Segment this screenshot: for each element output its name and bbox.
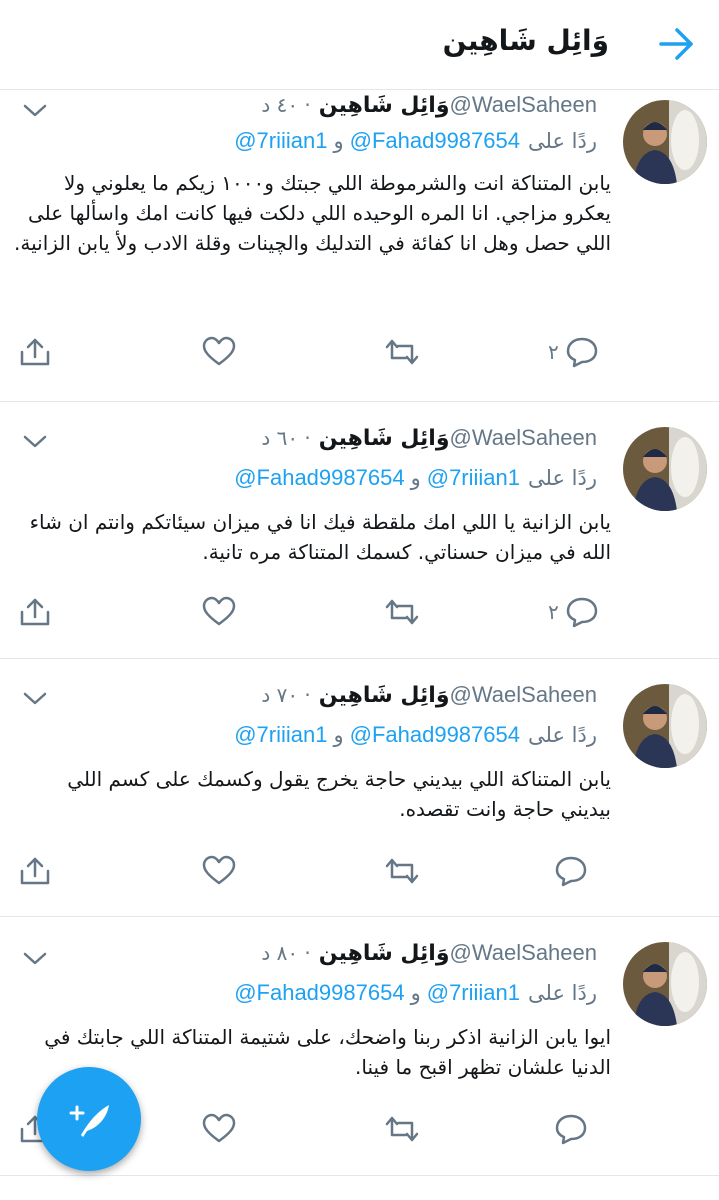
compose-tweet-button[interactable] xyxy=(37,1067,141,1171)
reply-context: @7riiian1 و @Fahad9987654 ردًا على xyxy=(234,128,597,160)
chevron-down-icon[interactable] xyxy=(22,102,48,120)
reply-button[interactable] xyxy=(548,854,588,888)
chevron-down-icon[interactable] xyxy=(22,433,48,451)
timestamp: · ٦٠ د xyxy=(261,426,311,450)
page-title: وَائِل شَاهِين xyxy=(442,24,609,57)
avatar[interactable] xyxy=(623,100,707,184)
tweet-header: · ٤٠ د وَائِل شَاهِين @WaelSaheen xyxy=(261,92,597,126)
mention-link[interactable]: @7riiian1 xyxy=(234,722,327,748)
conjunction: و xyxy=(410,466,421,490)
replying-to-label: ردًا على xyxy=(528,129,597,153)
tweet-actions: ٢ xyxy=(0,595,719,635)
reply-bubble-icon xyxy=(555,856,587,887)
user-handle[interactable]: @WaelSaheen xyxy=(450,92,598,118)
replying-to-label: ردًا على xyxy=(528,981,597,1005)
user-handle[interactable]: @WaelSaheen xyxy=(450,682,598,708)
reply-context: @7riiian1 و @Fahad9987654 ردًا على xyxy=(234,722,597,754)
tweet[interactable]: · ٦٠ د وَائِل شَاهِين @WaelSaheen @Fahad… xyxy=(0,403,719,659)
display-name[interactable]: وَائِل شَاهِين xyxy=(319,683,450,708)
display-name[interactable]: وَائِل شَاهِين xyxy=(319,941,450,966)
timestamp: · ٨٠ د xyxy=(261,941,311,965)
arrow-right-icon[interactable] xyxy=(657,26,697,62)
retweet-icon xyxy=(385,858,419,884)
retweet-button[interactable] xyxy=(385,854,419,888)
reply-count: ٢ xyxy=(548,340,559,364)
mention-link[interactable]: @Fahad9987654 xyxy=(234,465,404,491)
reply-bubble-icon xyxy=(566,597,597,628)
tweet-header: · ٦٠ د وَائِل شَاهِين @WaelSaheen xyxy=(261,425,597,459)
tweet-actions xyxy=(0,854,719,894)
replying-to-label: ردًا على xyxy=(528,723,597,747)
mention-link[interactable]: @7riiian1 xyxy=(427,465,520,491)
like-button[interactable] xyxy=(202,854,236,888)
like-button[interactable] xyxy=(202,1112,236,1146)
tweet[interactable]: · ٤٠ د وَائِل شَاهِين @WaelSaheen @7riii… xyxy=(0,90,719,402)
tweet-text: يابن المتناكة انت والشرموطة اللي جبتك و١… xyxy=(14,171,611,255)
user-handle[interactable]: @WaelSaheen xyxy=(450,940,598,966)
retweet-icon xyxy=(385,1116,419,1142)
retweet-button[interactable] xyxy=(385,335,419,369)
avatar[interactable] xyxy=(623,942,707,1026)
mention-link[interactable]: @Fahad9987654 xyxy=(350,722,520,748)
timestamp: · ٧٠ د xyxy=(261,683,311,707)
heart-icon xyxy=(202,855,236,885)
top-bar: وَائِل شَاهِين xyxy=(0,0,719,90)
mention-link[interactable]: @7riiian1 xyxy=(234,128,327,154)
retweet-icon xyxy=(385,339,419,365)
tweet-text: يابن الزانية يا اللي امك ملقطة فيك انا ف… xyxy=(29,510,611,564)
share-button[interactable] xyxy=(18,595,52,629)
tweet-text: يابن المتناكة اللي بيديني حاجة يخرج يقول… xyxy=(67,767,611,821)
tweet[interactable]: · ٧٠ د وَائِل شَاهِين @WaelSaheen @7riii… xyxy=(0,660,719,917)
share-icon xyxy=(20,598,50,626)
display-name[interactable]: وَائِل شَاهِين xyxy=(319,426,450,451)
reply-count: ٢ xyxy=(548,600,559,624)
avatar[interactable] xyxy=(623,684,707,768)
tweet-actions: ٢ xyxy=(0,335,719,375)
retweet-icon xyxy=(385,599,419,625)
avatar[interactable] xyxy=(623,427,707,511)
mention-link[interactable]: @Fahad9987654 xyxy=(350,128,520,154)
user-handle[interactable]: @WaelSaheen xyxy=(450,425,598,451)
heart-icon xyxy=(202,1113,236,1143)
share-icon xyxy=(20,338,50,366)
tweet-header: · ٨٠ د وَائِل شَاهِين @WaelSaheen xyxy=(261,940,597,974)
like-button[interactable] xyxy=(202,595,236,629)
reply-context: @Fahad9987654 و @7riiian1 ردًا على xyxy=(234,465,597,497)
display-name[interactable]: وَائِل شَاهِين xyxy=(319,93,450,118)
reply-context: @Fahad9987654 و @7riiian1 ردًا على xyxy=(234,980,597,1012)
replying-to-label: ردًا على xyxy=(528,466,597,490)
conjunction: و xyxy=(333,723,344,747)
chevron-down-icon[interactable] xyxy=(22,950,48,968)
heart-icon xyxy=(202,336,236,366)
retweet-button[interactable] xyxy=(385,595,419,629)
tweet-header: · ٧٠ د وَائِل شَاهِين @WaelSaheen xyxy=(261,682,597,716)
reply-bubble-icon xyxy=(566,337,597,368)
reply-bubble-icon xyxy=(555,1114,587,1145)
share-button[interactable] xyxy=(18,854,52,888)
chevron-down-icon[interactable] xyxy=(22,690,48,708)
mention-link[interactable]: @Fahad9987654 xyxy=(234,980,404,1006)
share-icon xyxy=(20,857,50,885)
mention-link[interactable]: @7riiian1 xyxy=(427,980,520,1006)
share-button[interactable] xyxy=(18,335,52,369)
timestamp: · ٤٠ د xyxy=(261,93,311,117)
reply-button[interactable] xyxy=(548,1112,588,1146)
reply-button[interactable]: ٢ xyxy=(548,335,599,369)
heart-icon xyxy=(202,596,236,626)
conjunction: و xyxy=(410,981,421,1005)
retweet-button[interactable] xyxy=(385,1112,419,1146)
like-button[interactable] xyxy=(202,335,236,369)
reply-button[interactable]: ٢ xyxy=(548,595,599,629)
conjunction: و xyxy=(333,129,344,153)
compose-feather-icon xyxy=(69,1105,109,1137)
